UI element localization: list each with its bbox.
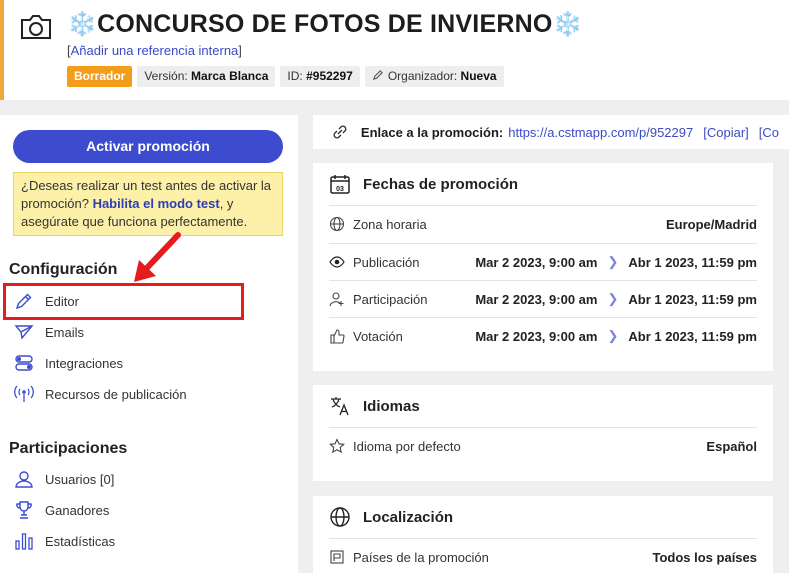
chevron-right-icon: ❯ (607, 254, 619, 269)
send-icon (14, 325, 34, 340)
page-title: ❄️ CONCURSO DE FOTOS DE INVIERNO ❄️ (67, 10, 583, 39)
chevron-right-icon: ❯ (607, 328, 619, 343)
editor-highlight-box (3, 283, 244, 320)
test-mode-notice: ¿Deseas realizar un test antes de activa… (13, 172, 283, 236)
snowflake-icon: ❄️ (67, 11, 98, 38)
enable-test-mode-link[interactable]: Habilita el modo test (93, 196, 220, 211)
red-arrow-annotation (134, 232, 181, 282)
thumbs-up-icon (330, 329, 345, 344)
pencil-icon (372, 70, 383, 81)
id-badge: ID: #952297 (280, 66, 360, 87)
calendar-icon: 03 (330, 175, 350, 194)
globe-icon (330, 507, 350, 527)
copy-link-button[interactable]: [Copiar] (703, 125, 749, 140)
voting-dates-row: Votación Mar 2 2023, 9:00 am ❯ Abr 1 2023,… (329, 317, 757, 354)
default-language-row: Idioma por defecto Español (329, 427, 757, 464)
status-badge: Borrador (67, 66, 133, 87)
promotion-dates-card: 03 Fechas de promoción Zona horaria Euro… (313, 163, 773, 371)
user-add-icon (329, 292, 344, 307)
countries-row: Países de la promoción Todos los países (329, 538, 757, 573)
dates-title: 03 Fechas de promoción (329, 173, 518, 195)
activate-promotion-button[interactable]: Activar promoción (13, 130, 283, 163)
toggles-icon (15, 355, 33, 371)
snowflake-icon: ❄️ (552, 11, 583, 38)
camera-icon (21, 15, 51, 39)
link-icon (333, 125, 347, 139)
participation-dates-row: Participación Mar 2 2023, 9:00 am ❯ Abr 1 … (329, 280, 757, 317)
sidebar-item-integrations[interactable]: Integraciones (14, 352, 123, 374)
user-icon (15, 471, 33, 488)
languages-title: Idiomas (329, 395, 420, 417)
star-icon (329, 438, 345, 454)
sidebar-item-emails[interactable]: Emails (14, 321, 84, 343)
sidebar-item-publishing-resources[interactable]: Recursos de publicación (14, 383, 187, 405)
participations-section-title: Participaciones (9, 440, 128, 457)
promotion-link-bar: Enlace a la promoción: https://a.cstmapp… (313, 115, 789, 149)
sidebar-item-statistics[interactable]: Estadísticas (14, 530, 115, 552)
version-badge: Versión: Marca Blanca (137, 66, 276, 87)
title-text: CONCURSO DE FOTOS DE INVIERNO (97, 10, 553, 38)
sidebar-item-winners[interactable]: Ganadores (14, 499, 109, 521)
svg-text:03: 03 (336, 186, 344, 193)
map-flag-icon (330, 550, 344, 564)
translate-icon (331, 397, 349, 416)
bar-chart-icon (15, 533, 33, 550)
internal-reference: [Añadir una referencia interna] (67, 43, 242, 58)
sidebar-item-users[interactable]: Usuarios [0] (14, 468, 114, 490)
broadcast-icon (14, 385, 34, 402)
publication-dates-row: Publicación Mar 2 2023, 9:00 am ❯ Abr 1 20… (329, 243, 757, 280)
add-reference-link[interactable]: Añadir una referencia interna (71, 43, 239, 58)
promotion-header: ❄️ CONCURSO DE FOTOS DE INVIERNO ❄️ [Aña… (0, 0, 789, 100)
extra-link-button[interactable]: [Co (759, 125, 779, 140)
promotion-url-link[interactable]: https://a.cstmapp.com/p/952297 (508, 125, 693, 140)
organizer-badge[interactable]: Organizador: Nueva (364, 66, 504, 87)
globe-icon (329, 216, 345, 232)
chevron-right-icon: ❯ (607, 291, 619, 306)
timezone-row: Zona horaria Europe/Madrid (329, 205, 757, 242)
link-label: Enlace a la promoción: (360, 124, 504, 140)
badge-row: Borrador Versión: Marca Blanca ID: #9522… (67, 66, 504, 87)
location-card: Localización Países de la promoción Todo… (313, 496, 773, 573)
trophy-icon (16, 501, 32, 519)
location-title: Localización (329, 506, 453, 528)
sidebar: Activar promoción ¿Deseas realizar un te… (0, 115, 298, 573)
config-section-title: Configuración (9, 261, 118, 278)
languages-card: Idiomas Idioma por defecto Español (313, 385, 773, 481)
eye-icon (329, 256, 345, 268)
